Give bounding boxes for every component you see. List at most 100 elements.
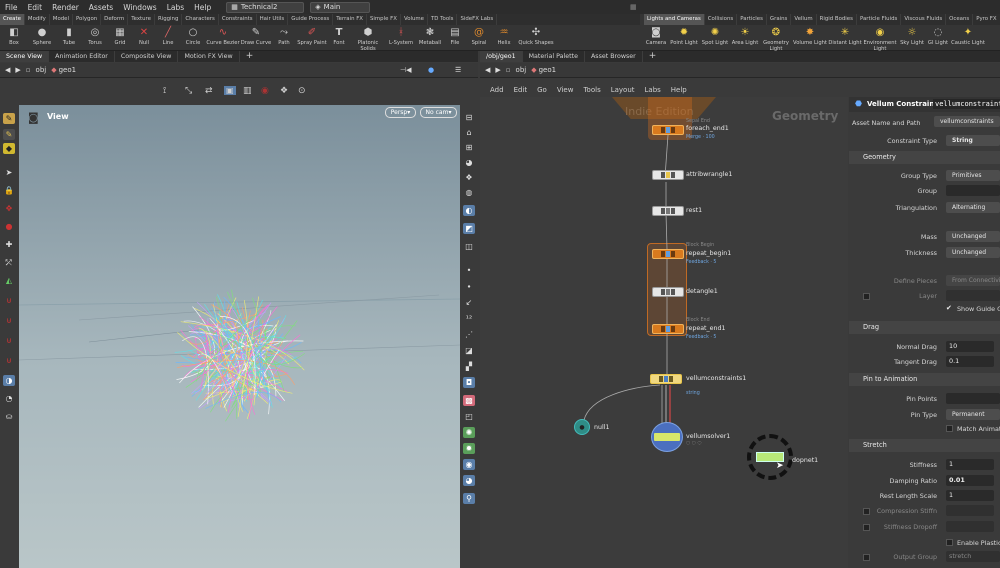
path-geo1[interactable]: geo1 (59, 66, 77, 74)
handle-icon[interactable]: ✎ (3, 129, 15, 140)
net-menu-tools[interactable]: Tools (583, 86, 600, 94)
hull-icon[interactable]: ▞ (463, 361, 475, 372)
point-numbers-icon[interactable]: ∙ (463, 281, 475, 292)
snap-point-icon[interactable]: ⊍ (3, 355, 15, 366)
show-guide-check-icon[interactable]: ✔ (946, 304, 952, 312)
node-detangle1[interactable] (652, 287, 684, 297)
bones-icon[interactable]: ✺ (463, 427, 475, 438)
net-menu-layout[interactable]: Layout (611, 86, 635, 94)
ghost-icon[interactable]: ◫ (463, 241, 475, 252)
shading-icon[interactable]: ◍ (463, 187, 475, 198)
lock-icon[interactable]: 🔒 (3, 185, 15, 196)
layer-field[interactable] (946, 290, 1000, 301)
flipbook-icon[interactable]: ⛀ (3, 411, 15, 422)
menu-file[interactable]: File (0, 3, 23, 12)
constraint-type-dropdown[interactable]: String (946, 135, 1000, 146)
tool-geometry-light[interactable]: ❂ Geometry Light (760, 25, 792, 52)
shelf-tab-hair-utils[interactable]: Hair Utils (257, 14, 289, 25)
scene-viewport[interactable]: ◙ View Persp▾ No cam▾ (19, 105, 460, 568)
back-icon[interactable]: ◀ (5, 66, 10, 74)
wire-icon[interactable]: ▥ (243, 86, 252, 96)
nulls-icon[interactable]: ◕ (463, 475, 475, 486)
shelf-tab-sidefx-labs[interactable]: SideFX Labs (457, 14, 498, 25)
backface-icon[interactable]: ◰ (463, 411, 475, 422)
snap-grid-icon[interactable]: ⊍ (3, 335, 15, 346)
shelf-tab-texture[interactable]: Texture (128, 14, 155, 25)
mass-dropdown[interactable]: Unchanged (946, 231, 1000, 242)
tab-motion-fx-view[interactable]: Motion FX View (178, 51, 240, 62)
menu-labs[interactable]: Labs (162, 3, 189, 12)
menu-help[interactable]: Help (189, 3, 216, 12)
node-attribwrangle1[interactable] (652, 170, 684, 180)
node-vellumsolver1[interactable] (651, 422, 683, 452)
section-pin-to-animation[interactable]: Pin to Animation (849, 373, 1000, 386)
shelf-tab-model[interactable]: Model (50, 14, 73, 25)
match-animation-checkbox[interactable] (946, 425, 953, 432)
shelf-tab-viscous-fluids[interactable]: Viscous Fluids (901, 14, 947, 25)
tool-grid[interactable]: ▦ Grid (108, 25, 132, 51)
node-foreach-end1[interactable] (652, 125, 684, 135)
lock-view-icon[interactable]: ⊟ (463, 112, 475, 123)
tool-file[interactable]: ▤ File (444, 25, 466, 51)
transform-icon[interactable]: ⤱ (3, 257, 15, 268)
network-editor[interactable]: Indie Edition Geometry Sepal End foreach… (480, 97, 848, 568)
tab-animation-editor[interactable]: Animation Editor (49, 51, 115, 62)
path-geo1-right[interactable]: geo1 (539, 66, 557, 74)
stiffness-dropoff-field[interactable] (946, 521, 994, 532)
shelf-tab-vellum[interactable]: Vellum (791, 14, 817, 25)
display-icon[interactable]: ▣ (224, 86, 236, 95)
menu-edit[interactable]: Edit (23, 3, 48, 12)
tool-font[interactable]: T Font (328, 25, 350, 51)
param-node-name[interactable]: vellumconstraints (933, 99, 1000, 109)
pin-points-field[interactable] (946, 393, 1000, 404)
tool-path[interactable]: ⤳ Path (272, 25, 296, 51)
net-menu-labs[interactable]: Labs (645, 86, 661, 94)
group-type-dropdown[interactable]: Primitives (946, 170, 1000, 181)
shelf-tab-rigid-bodies[interactable]: Rigid Bodies (817, 14, 857, 25)
desktop-dropdown[interactable]: ▦ Technical2 (226, 1, 305, 13)
tool-metaball[interactable]: ❃ Metaball (416, 25, 444, 51)
section-geometry[interactable]: Geometry (849, 151, 1000, 164)
persp-dropdown[interactable]: Persp▾ (385, 107, 416, 118)
tool-distant-light[interactable]: ✳ Distant Light (828, 25, 862, 51)
tool-null[interactable]: ✕ Null (132, 25, 156, 51)
tool-torus[interactable]: ◎ Torus (82, 25, 108, 51)
record-icon[interactable]: ◉ (261, 86, 269, 96)
path-obj[interactable]: obj (36, 66, 47, 74)
shelf-tab-constraints[interactable]: Constraints (219, 14, 257, 25)
tool-line[interactable]: ╱ Line (156, 25, 180, 51)
group-field[interactable] (946, 185, 1000, 196)
shelf-tab-characters[interactable]: Characters (182, 14, 219, 25)
menu-windows[interactable]: Windows (118, 3, 161, 12)
tool-spray-paint[interactable]: ✐ Spray Paint (296, 25, 328, 51)
net-menu-edit[interactable]: Edit (514, 86, 528, 94)
tool-spiral[interactable]: @ Spiral (466, 25, 492, 51)
paint-icon[interactable]: ◆ (3, 143, 15, 154)
pin-type-dropdown[interactable]: Permanent (946, 409, 1000, 420)
tool-point-light[interactable]: ✹ Point Light (668, 25, 700, 51)
node-repeat-begin1[interactable] (652, 249, 684, 259)
path-obj-right[interactable]: obj (516, 66, 527, 74)
cams-icon[interactable]: ◉ (463, 459, 475, 470)
select-mode-icon[interactable]: ⟟ (163, 86, 166, 96)
scale-icon[interactable]: ✚ (3, 239, 15, 250)
display-options-icon[interactable]: ❖ (463, 172, 475, 183)
tool-volume-light[interactable]: ✸ Volume Light (792, 25, 828, 51)
uv-icon[interactable]: ▩ (463, 395, 475, 406)
tool-draw-curve[interactable]: ✎ Draw Curve (240, 25, 272, 51)
thickness-dropdown[interactable]: Unchanged (946, 247, 1000, 258)
tool-platonic-solids[interactable]: ⬢ Platonic Solids (350, 25, 386, 52)
frame-icon[interactable]: ⊞ (463, 142, 475, 153)
snap-curve-icon[interactable]: ⊍ (3, 315, 15, 326)
guides-icon[interactable]: ◘ (463, 377, 475, 388)
net-menu-add[interactable]: Add (490, 86, 504, 94)
node-dopnet1[interactable] (747, 434, 793, 480)
tool-quick-shapes[interactable]: ✣ Quick Shapes (516, 25, 556, 51)
vertex-icon[interactable]: ⋰ (463, 329, 475, 340)
node-rest1[interactable] (652, 206, 684, 216)
rest-length-field[interactable]: 1 (946, 490, 994, 501)
shelf-tab-grains[interactable]: Grains (767, 14, 792, 25)
shelf-tab-td-tools[interactable]: TD Tools (428, 14, 458, 25)
tangent-drag-field[interactable]: 0.1 (946, 356, 994, 367)
tool-gi-light[interactable]: ◌ GI Light (926, 25, 950, 51)
